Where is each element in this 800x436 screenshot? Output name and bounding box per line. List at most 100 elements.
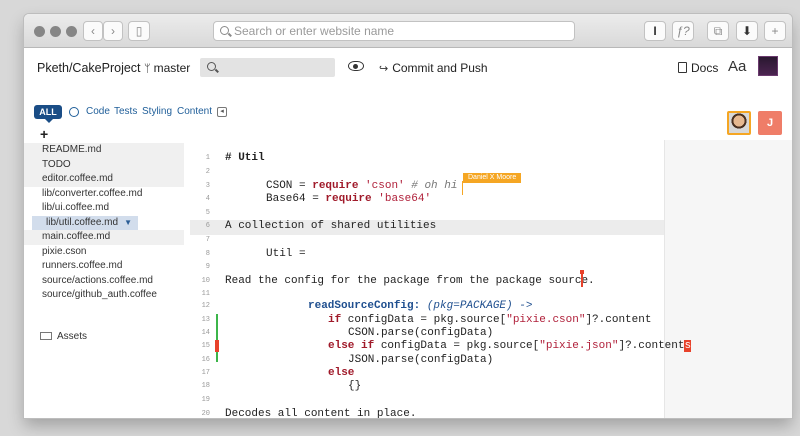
share-arrow-icon: ↪ xyxy=(379,63,389,75)
collaborator-cursor xyxy=(462,181,463,195)
file-item[interactable]: README.md xyxy=(24,143,184,158)
browser-toolbar: ‹ › ▯ Search or enter website name I ƒ? … xyxy=(24,14,792,48)
project-name[interactable]: Pketh/CakeProject xyxy=(37,61,141,75)
file-item[interactable]: lib/ui.coffee.md xyxy=(24,201,184,216)
tab-tests[interactable]: Tests xyxy=(114,106,137,117)
collapse-sidebar-icon[interactable]: ◂ xyxy=(217,107,227,117)
line-number: 1 xyxy=(205,154,210,162)
code-line-16: JSON.parse(configData) xyxy=(348,354,494,366)
tabs-button[interactable]: ⧉ xyxy=(707,21,729,41)
file-item[interactable]: source/github_auth.coffee xyxy=(24,288,184,303)
preview-eye-icon[interactable] xyxy=(348,61,364,71)
minimize-window-button[interactable] xyxy=(50,26,61,37)
file-item[interactable]: TODO xyxy=(24,157,184,172)
search-input[interactable] xyxy=(200,58,335,77)
url-placeholder: Search or enter website name xyxy=(234,24,395,38)
code-line-6: A collection of shared utilities xyxy=(225,220,437,232)
file-name: README.md xyxy=(42,144,102,155)
line-number: 6 xyxy=(205,222,210,230)
back-button[interactable]: ‹ xyxy=(83,21,103,41)
file-name: lib/ui.coffee.md xyxy=(42,202,110,213)
file-item[interactable]: lib/converter.coffee.md xyxy=(24,187,184,202)
line-number: 5 xyxy=(205,209,210,217)
collaborator-cursor-label: Daniel X Moore xyxy=(463,173,522,183)
file-name: source/github_auth.coffee xyxy=(42,289,157,300)
tab-styling[interactable]: Styling xyxy=(142,106,172,117)
collaborator-cursor-red xyxy=(581,273,583,287)
code-line-18: {} xyxy=(348,380,362,392)
code-line-8: Util = xyxy=(266,248,306,260)
file-name: editor.coffee.md xyxy=(42,173,113,184)
file-name: source/actions.coffee.md xyxy=(42,274,153,286)
download-button[interactable]: ⬇ xyxy=(736,21,758,41)
code-line-4: Base64 = require 'base64' xyxy=(266,193,432,205)
file-item[interactable]: editor.coffee.md xyxy=(24,172,184,187)
typography-button[interactable]: Aa xyxy=(728,58,746,75)
git-changed-marker xyxy=(215,340,219,352)
docs-button[interactable]: Docs xyxy=(678,61,718,75)
code-line-17: else xyxy=(328,367,355,379)
file-item[interactable]: source/actions.coffee.md xyxy=(24,274,184,289)
code-line-20: Decodes all content in place. xyxy=(225,408,417,418)
line-number: 19 xyxy=(201,396,210,404)
assets-link[interactable]: Assets xyxy=(40,331,87,342)
file-item[interactable]: runners.coffee.md xyxy=(24,259,184,274)
line-number: 14 xyxy=(201,329,210,337)
branch-icon: ᛘ xyxy=(144,63,151,75)
clock-icon[interactable] xyxy=(69,107,79,117)
caret-down-icon[interactable]: ▼ xyxy=(124,218,132,227)
line-number: 3 xyxy=(205,182,210,190)
zoom-window-button[interactable] xyxy=(66,26,77,37)
add-file-button[interactable]: + xyxy=(40,126,48,142)
file-name: runners.coffee.md xyxy=(42,260,123,271)
branch-name: master xyxy=(153,61,191,75)
commit-and-push-button[interactable]: ↪ Commit and Push xyxy=(379,61,488,75)
reader-button[interactable]: I xyxy=(644,21,666,41)
branch-selector[interactable]: ᛘ master xyxy=(144,61,190,75)
code-line-15: else if configData = pkg.source["pixie.j… xyxy=(328,340,692,352)
code-line-12: readSourceConfig: (pkg=PACKAGE) -> xyxy=(308,300,533,312)
assets-label: Assets xyxy=(57,331,88,342)
function-button[interactable]: ƒ? xyxy=(672,21,694,41)
docs-label: Docs xyxy=(691,61,719,75)
commit-label: Commit and Push xyxy=(392,61,488,75)
line-number: 4 xyxy=(205,195,210,203)
search-icon xyxy=(220,26,229,35)
line-number: 12 xyxy=(201,302,210,310)
editor-margin xyxy=(664,140,792,418)
line-number: 9 xyxy=(205,263,210,271)
line-number: 2 xyxy=(205,168,210,176)
git-added-marker xyxy=(216,314,218,362)
file-name: TODO xyxy=(42,158,71,170)
forward-button[interactable]: › xyxy=(103,21,123,41)
line-number: 13 xyxy=(201,316,210,324)
collaborator-avatar-initial[interactable]: J xyxy=(758,111,782,135)
file-list: README.md TODO editor.coffee.md lib/convert… xyxy=(24,143,184,303)
document-icon xyxy=(678,62,687,73)
line-number: 11 xyxy=(201,290,210,298)
file-name: lib/converter.coffee.md xyxy=(42,187,143,199)
sidebar-toggle-button[interactable]: ▯ xyxy=(128,21,150,41)
line-number: 10 xyxy=(201,277,210,285)
collaborator-cursor-red-head xyxy=(580,270,584,274)
tab-content[interactable]: Content xyxy=(177,106,212,117)
line-number: 15 xyxy=(201,342,210,350)
image-icon xyxy=(40,332,52,340)
close-window-button[interactable] xyxy=(34,26,45,37)
url-bar[interactable]: Search or enter website name xyxy=(213,21,575,41)
code-editor[interactable]: 123456789101112131415161718192021 # Util… xyxy=(190,138,692,418)
tab-code[interactable]: Code xyxy=(86,106,110,117)
code-line-1: # Util xyxy=(225,152,265,164)
file-item[interactable]: lib/util.coffee.md ▼ xyxy=(32,215,138,230)
code-line-14: CSON.parse(configData) xyxy=(348,327,494,339)
tab-all[interactable]: ALL xyxy=(34,105,62,123)
line-number: 20 xyxy=(201,410,210,418)
file-item[interactable]: main.coffee.md xyxy=(24,230,184,245)
collaborator-avatar-photo[interactable] xyxy=(727,111,751,135)
new-tab-button[interactable]: + xyxy=(764,21,786,41)
file-name: main.coffee.md xyxy=(42,231,111,242)
theme-thumbnail[interactable] xyxy=(758,56,778,76)
code-line-13: if configData = pkg.source["pixie.cson"]… xyxy=(328,314,652,326)
file-item[interactable]: pixie.cson xyxy=(24,245,184,260)
search-icon xyxy=(207,62,216,71)
